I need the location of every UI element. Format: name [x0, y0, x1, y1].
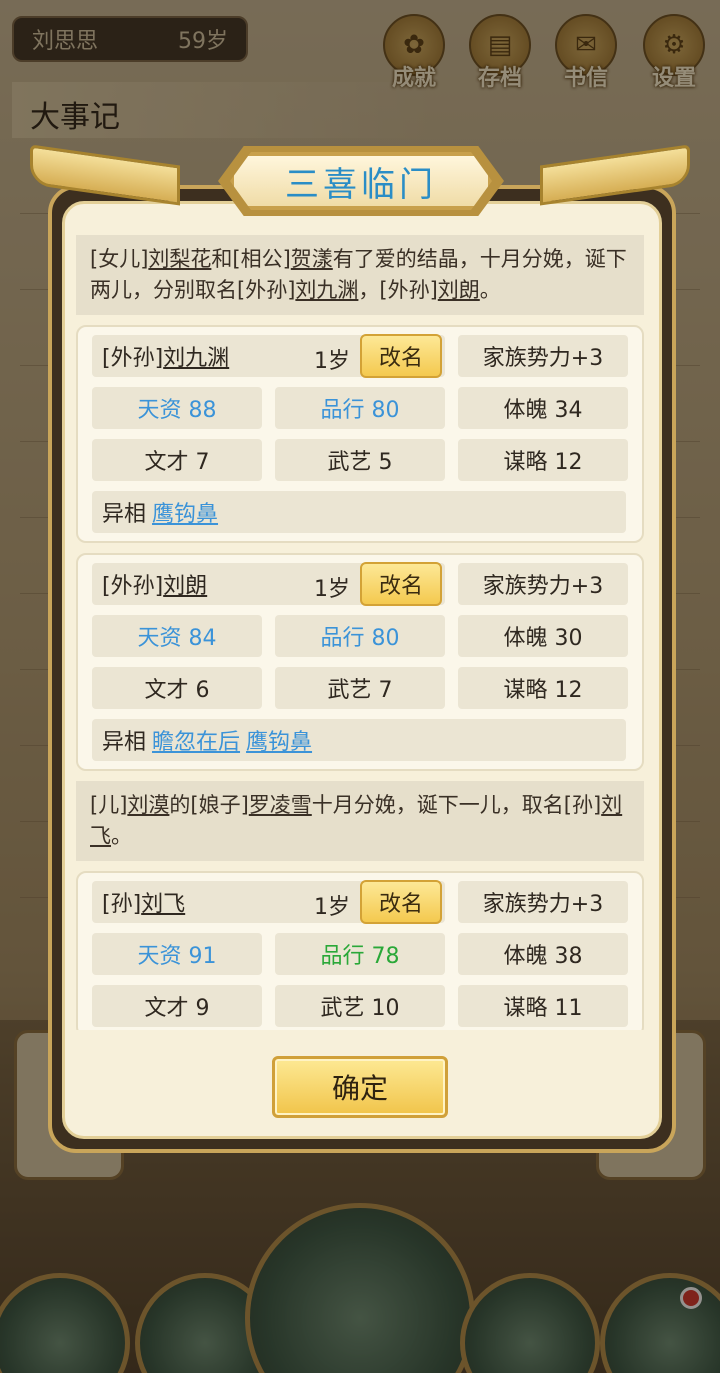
person-link[interactable]: 刘漠 — [127, 793, 169, 817]
birth-notice: [女儿]刘梨花和[相公]贺漾有了爱的结晶，十月分娩，诞下两儿，分别取名[外孙]刘… — [76, 235, 644, 315]
dialog-title: 三喜临门 — [285, 164, 437, 205]
child-card: [外孙] 刘九渊 1岁 改名 家族势力+3 天资 88 品行 80 体魄 34 文… — [76, 325, 644, 543]
child-age: 1岁 — [314, 577, 350, 602]
child-name-cell: [外孙] 刘朗 1岁 改名 — [92, 562, 445, 606]
stat-martial: 武艺 7 — [275, 667, 445, 709]
trait-link[interactable]: 鹰钩鼻 — [152, 496, 218, 528]
child-age: 1岁 — [314, 895, 350, 920]
family-influence: 家族势力+3 — [458, 881, 628, 923]
traits-row: 异相 瞻忽在后 鹰钩鼻 — [92, 719, 626, 761]
family-influence: 家族势力+3 — [458, 563, 628, 605]
stat-morality: 品行 78 — [275, 933, 445, 975]
person-link[interactable]: 罗凌雪 — [249, 793, 312, 817]
stat-talent: 天资 84 — [92, 615, 262, 657]
stat-talent: 天资 91 — [92, 933, 262, 975]
rename-button[interactable]: 改名 — [360, 334, 442, 378]
birth-notice: [儿]刘漠的[娘子]罗凌雪十月分娩，诞下一儿，取名[孙]刘飞。 — [76, 781, 644, 861]
stat-martial: 武艺 5 — [275, 439, 445, 481]
stat-literary: 文才 6 — [92, 667, 262, 709]
stat-literary: 文才 9 — [92, 985, 262, 1027]
child-name[interactable]: 刘九渊 — [163, 340, 229, 372]
rename-button[interactable]: 改名 — [360, 880, 442, 924]
stat-strategy: 谋略 12 — [458, 439, 628, 481]
stat-talent: 天资 88 — [92, 387, 262, 429]
stat-physique: 体魄 38 — [458, 933, 628, 975]
child-card: [孙] 刘飞 1岁 改名 家族势力+3 天资 91 品行 78 体魄 38 文才 … — [76, 871, 644, 1030]
person-link[interactable]: 刘朗 — [438, 278, 480, 302]
person-link[interactable]: 刘梨花 — [148, 247, 211, 271]
stat-strategy: 谋略 11 — [458, 985, 628, 1027]
stat-strategy: 谋略 12 — [458, 667, 628, 709]
confirm-button[interactable]: 确定 — [272, 1056, 448, 1118]
dialog-content[interactable]: [女儿]刘梨花和[相公]贺漾有了爱的结晶，十月分娩，诞下两儿，分别取名[外孙]刘… — [76, 235, 644, 1030]
person-link[interactable]: 贺漾 — [291, 247, 333, 271]
rename-button[interactable]: 改名 — [360, 562, 442, 606]
traits-row: 异相 鹰钩鼻 — [92, 491, 626, 533]
stat-martial: 武艺 10 — [275, 985, 445, 1027]
child-age: 1岁 — [314, 349, 350, 374]
person-link[interactable]: 刘九渊 — [295, 278, 358, 302]
stat-literary: 文才 7 — [92, 439, 262, 481]
stat-physique: 体魄 30 — [458, 615, 628, 657]
child-card: [外孙] 刘朗 1岁 改名 家族势力+3 天资 84 品行 80 体魄 30 文才… — [76, 553, 644, 771]
child-name-cell: [外孙] 刘九渊 1岁 改名 — [92, 334, 445, 378]
child-name-cell: [孙] 刘飞 1岁 改名 — [92, 880, 445, 924]
child-name[interactable]: 刘朗 — [163, 568, 207, 600]
stat-physique: 体魄 34 — [458, 387, 628, 429]
trait-link[interactable]: 瞻忽在后 — [152, 724, 240, 756]
family-influence: 家族势力+3 — [458, 335, 628, 377]
stat-morality: 品行 80 — [275, 615, 445, 657]
stat-morality: 品行 80 — [275, 387, 445, 429]
trait-link[interactable]: 鹰钩鼻 — [246, 724, 312, 756]
child-name[interactable]: 刘飞 — [141, 886, 185, 918]
